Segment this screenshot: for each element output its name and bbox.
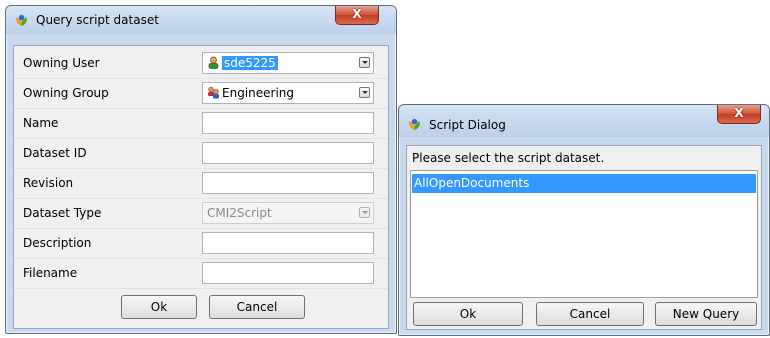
script-dialog-prompt: Please select the script dataset. xyxy=(412,151,605,165)
query-form: Owning User sde5225 Owning Group Enginee… xyxy=(13,45,389,329)
dataset-id-label: Dataset ID xyxy=(23,146,87,160)
filename-label: Filename xyxy=(23,266,78,280)
cancel-button[interactable]: Cancel xyxy=(536,302,644,326)
close-icon: X xyxy=(734,106,744,120)
owning-group-label: Owning Group xyxy=(23,86,109,100)
filename-input[interactable] xyxy=(202,262,374,284)
revision-row: Revision xyxy=(14,168,388,199)
app-icon xyxy=(409,118,420,131)
script-dialog-close-button[interactable]: X xyxy=(717,105,761,124)
chevron-down-icon xyxy=(359,207,370,218)
user-icon xyxy=(208,56,219,69)
owning-group-value: Engineering xyxy=(222,86,294,100)
owning-user-label: Owning User xyxy=(23,56,100,70)
ok-button[interactable]: Ok xyxy=(413,302,523,326)
script-dialog-window: Script Dialog X Please select the script… xyxy=(398,104,770,336)
owning-user-select[interactable]: sde5225 xyxy=(202,52,374,74)
chevron-down-icon[interactable] xyxy=(359,87,370,98)
name-input[interactable] xyxy=(202,112,374,134)
owning-group-row: Owning Group Engineering xyxy=(14,78,388,109)
script-dialog-title: Script Dialog xyxy=(429,118,506,132)
dataset-type-select: CMI2Script xyxy=(202,202,374,224)
revision-input[interactable] xyxy=(202,172,374,194)
description-label: Description xyxy=(23,236,92,250)
owning-user-row: Owning User sde5225 xyxy=(14,48,388,79)
dataset-type-label: Dataset Type xyxy=(23,206,102,220)
dataset-type-value: CMI2Script xyxy=(207,206,272,220)
app-icon xyxy=(16,14,27,27)
name-row: Name xyxy=(14,108,388,139)
script-dataset-list[interactable]: AllOpenDocuments xyxy=(410,170,758,298)
close-icon: X xyxy=(352,7,362,21)
new-query-button[interactable]: New Query xyxy=(655,302,757,326)
script-dialog-content: Please select the script dataset. AllOpe… xyxy=(406,145,762,330)
revision-label: Revision xyxy=(23,176,74,190)
script-dialog-titlebar[interactable]: Script Dialog xyxy=(399,105,769,137)
filename-row: Filename xyxy=(14,258,388,289)
query-dialog-window: Query script dataset X Owning User sde52… xyxy=(5,5,397,334)
chevron-down-icon[interactable] xyxy=(359,57,370,68)
query-dialog-title: Query script dataset xyxy=(36,13,159,27)
group-icon xyxy=(208,86,219,99)
description-input[interactable] xyxy=(202,232,374,254)
owning-user-value: sde5225 xyxy=(222,56,278,70)
query-dialog-close-button[interactable]: X xyxy=(335,6,379,25)
dataset-type-row: Dataset Type CMI2Script xyxy=(14,198,388,229)
description-row: Description xyxy=(14,228,388,259)
owning-group-select[interactable]: Engineering xyxy=(202,82,374,104)
dataset-id-row: Dataset ID xyxy=(14,138,388,169)
ok-button[interactable]: Ok xyxy=(121,295,197,319)
name-label: Name xyxy=(23,116,59,130)
list-item[interactable]: AllOpenDocuments xyxy=(412,174,756,193)
dataset-id-input[interactable] xyxy=(202,142,374,164)
cancel-button[interactable]: Cancel xyxy=(209,295,305,319)
